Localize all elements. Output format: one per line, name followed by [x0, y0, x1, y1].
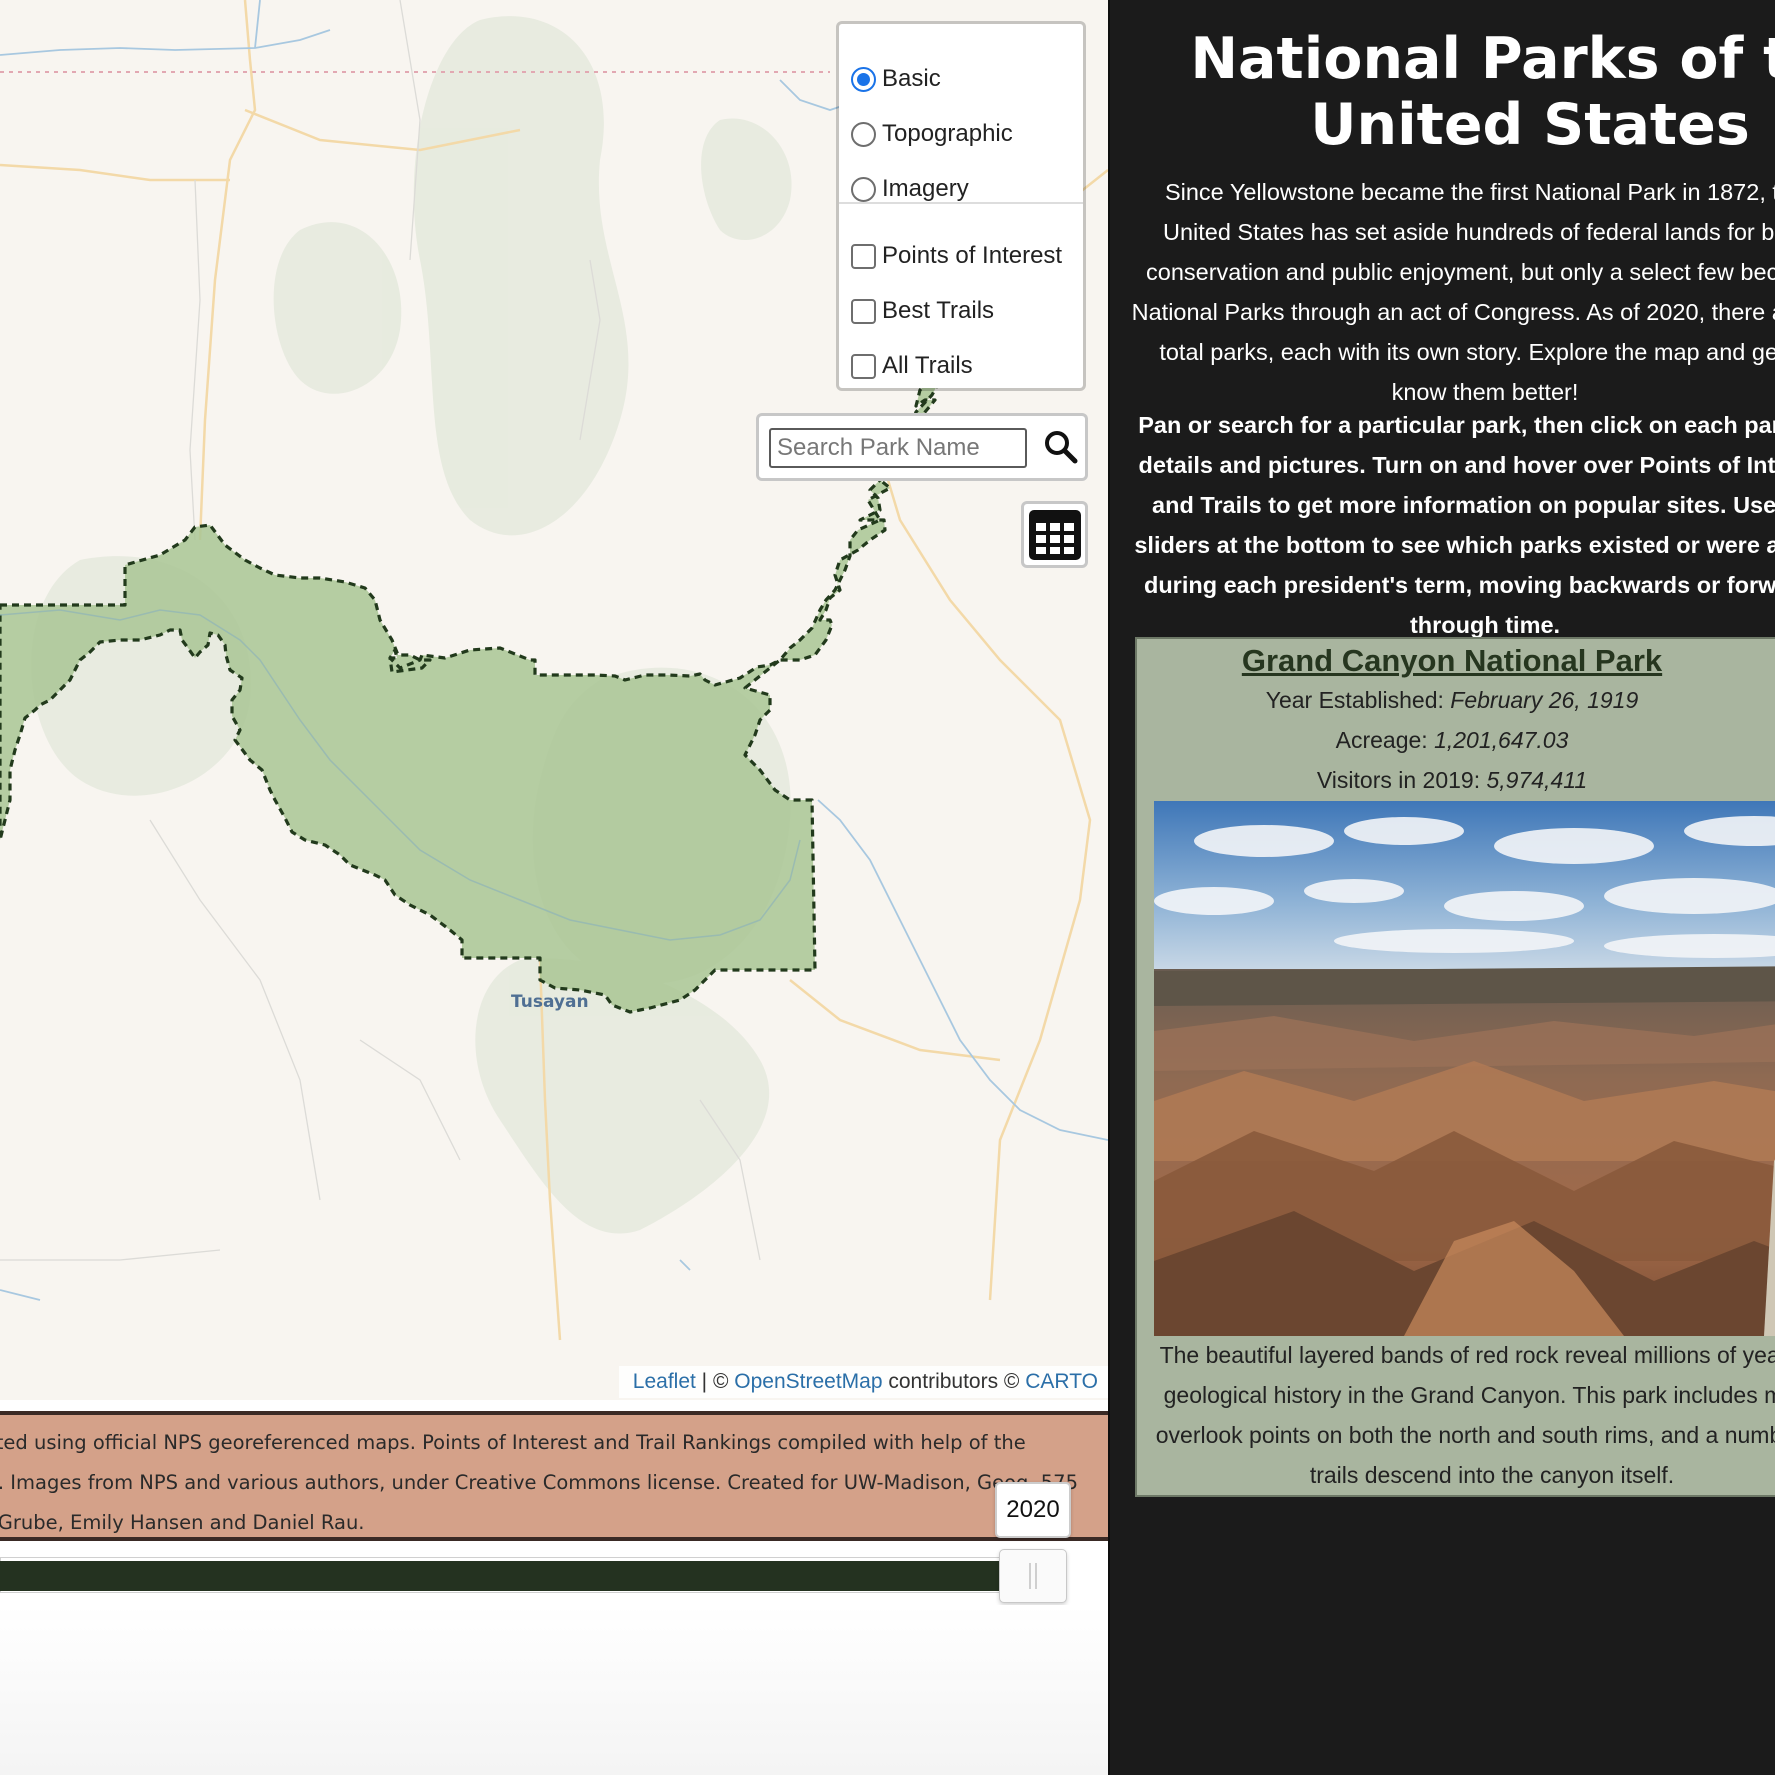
- attribution-contributors: contributors ©: [882, 1370, 1026, 1393]
- search-button[interactable]: [1039, 424, 1083, 470]
- leaflet-link[interactable]: Leaflet: [633, 1370, 696, 1393]
- layer-separator: [839, 202, 1083, 204]
- intro-text: Since Yellowstone became the first Natio…: [1131, 179, 1775, 405]
- park-visitors: Visitors in 2019: 5,974,411: [1137, 767, 1767, 794]
- instructions-text: Pan or search for a particular park, the…: [1134, 412, 1775, 638]
- attribution-separator: | ©: [695, 1370, 735, 1393]
- visitors-label: Visitors in 2019:: [1316, 767, 1487, 793]
- sidebar: National Parks of the United States Sinc…: [1108, 0, 1775, 1775]
- timeline-slider-fill: [0, 1561, 1000, 1591]
- topographic-radio[interactable]: [851, 121, 876, 147]
- page-title: National Parks of the United States: [1190, 26, 1775, 158]
- established-label: Year Established:: [1265, 687, 1451, 713]
- credits-bar: Park boundaries created using official N…: [0, 1411, 1108, 1541]
- overlay-option-all-trails[interactable]: All Trails: [851, 346, 973, 386]
- established-value: February 26, 1919: [1450, 687, 1639, 713]
- grip-line: [1029, 1563, 1031, 1589]
- timeline-year-label: 2020: [995, 1482, 1071, 1538]
- acreage-label: Acreage:: [1335, 727, 1435, 753]
- town-label-tusayan: Tusayan: [511, 992, 589, 1012]
- layer-option-basic[interactable]: Basic: [851, 59, 941, 99]
- carto-link[interactable]: CARTO: [1025, 1370, 1098, 1393]
- overlay-label: Points of Interest: [882, 242, 1063, 269]
- layer-option-topographic[interactable]: Topographic: [851, 114, 1013, 154]
- table-button[interactable]: [1021, 501, 1088, 568]
- grand-canyon-photo: [1154, 801, 1775, 1336]
- overlay-label: All Trails: [882, 352, 973, 379]
- search-control: [756, 413, 1088, 481]
- park-info-card: Grand Canyon National Park Year Establis…: [1135, 637, 1775, 1497]
- park-photo: [1154, 801, 1775, 1336]
- page-footer-area: [0, 1605, 1108, 1775]
- layer-label: Topographic: [882, 120, 1013, 147]
- search-icon: [1045, 431, 1078, 464]
- search-input[interactable]: [769, 428, 1027, 468]
- visitors-value: 5,974,411: [1486, 767, 1588, 793]
- park-description: The beautiful layered bands of red rock …: [1155, 1342, 1775, 1488]
- overlay-option-points-of-interest[interactable]: Points of Interest: [851, 236, 1062, 276]
- park-name: Grand Canyon National Park: [1241, 643, 1663, 678]
- layer-label: Basic: [882, 65, 941, 92]
- best-trails-checkbox[interactable]: [851, 298, 876, 324]
- timeline-slider-handle[interactable]: [999, 1549, 1067, 1603]
- layer-control[interactable]: Basic Topographic Imagery Points of Inte…: [836, 21, 1086, 391]
- layer-label: Imagery: [882, 175, 969, 202]
- openstreetmap-link[interactable]: OpenStreetMap: [734, 1370, 882, 1393]
- table-icon: [1028, 509, 1081, 560]
- grip-line: [1035, 1563, 1037, 1589]
- points-of-interest-checkbox[interactable]: [851, 243, 876, 269]
- map[interactable]: Tusayan Basic Topographic Imagery Points…: [0, 0, 1108, 1400]
- credits-text: Park boundaries created using official N…: [0, 1431, 1078, 1534]
- acreage-value: 1,201,647.03: [1434, 727, 1569, 753]
- basic-radio[interactable]: [851, 66, 876, 92]
- park-established: Year Established: February 26, 1919: [1137, 687, 1767, 714]
- overlay-option-best-trails[interactable]: Best Trails: [851, 291, 994, 331]
- map-attribution: Leaflet | © OpenStreetMap contributors ©…: [618, 1366, 1108, 1398]
- park-acreage: Acreage: 1,201,647.03: [1137, 727, 1767, 754]
- imagery-radio[interactable]: [851, 176, 876, 202]
- all-trails-checkbox[interactable]: [851, 353, 876, 379]
- overlay-label: Best Trails: [882, 297, 995, 324]
